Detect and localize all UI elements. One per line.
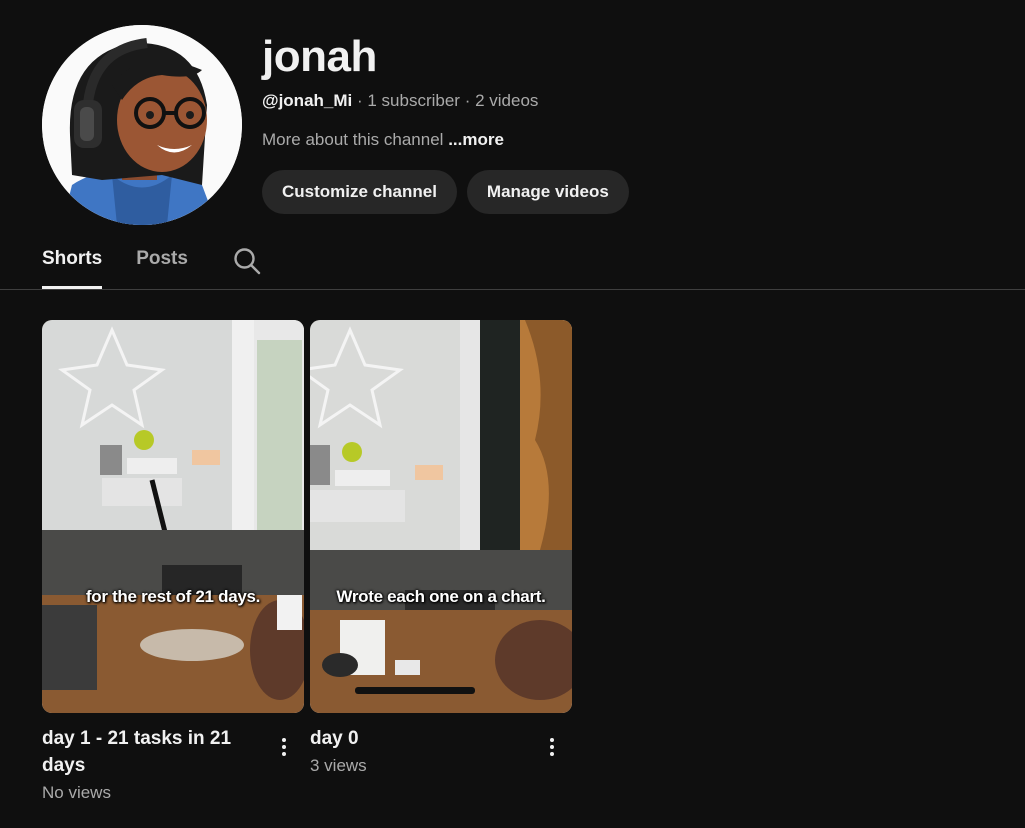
manage-videos-button[interactable]: Manage videos (466, 170, 629, 214)
meta-separator: · (352, 91, 368, 110)
short-title[interactable]: day 0 (310, 725, 530, 752)
short-title[interactable]: day 1 - 21 tasks in 21 days (42, 725, 262, 779)
channel-handle[interactable]: @jonah_Mi (262, 91, 352, 110)
kebab-menu-icon[interactable] (274, 734, 294, 760)
channel-meta: @jonah_Mi · 1 subscriber · 2 videos (262, 89, 538, 113)
search-icon[interactable] (232, 246, 262, 276)
thumbnail-image (42, 320, 304, 713)
kebab-menu-icon[interactable] (542, 734, 562, 760)
short-views: 3 views (310, 756, 367, 775)
tabs-divider (0, 289, 1025, 290)
channel-page: jonah @jonah_Mi · 1 subscriber · 2 video… (0, 0, 1025, 828)
video-count: 2 videos (475, 91, 539, 110)
channel-tabs: Shorts Posts (42, 240, 261, 290)
short-caption: for the rest of 21 days. (85, 587, 261, 606)
short-thumbnail[interactable]: Wrote each one on a chart. (310, 320, 572, 713)
meta-separator: · (459, 91, 476, 110)
thumbnail-image (310, 320, 572, 713)
short-views: No views (42, 783, 111, 802)
channel-description[interactable]: More about this channel ...more (262, 128, 538, 152)
customize-channel-button[interactable]: Customize channel (262, 170, 457, 214)
short-card[interactable]: Wrote each one on a chart. day 0 3 views (310, 320, 572, 776)
channel-actions: Customize channel Manage videos (262, 170, 629, 214)
short-card[interactable]: for the rest of 21 days. day 1 - 21 task… (42, 320, 304, 803)
more-link[interactable]: ...more (448, 130, 504, 149)
channel-name: jonah (262, 32, 377, 81)
tab-shorts[interactable]: Shorts (42, 240, 103, 289)
short-caption: Wrote each one on a chart. (336, 587, 546, 606)
short-thumbnail[interactable]: for the rest of 21 days. (42, 320, 304, 713)
subscriber-count: 1 subscriber (367, 91, 460, 110)
channel-avatar[interactable] (42, 25, 242, 225)
description-text: More about this channel (262, 130, 444, 149)
channel-info: jonah @jonah_Mi · 1 subscriber · 2 video… (262, 28, 538, 152)
tab-posts[interactable]: Posts (136, 240, 188, 289)
avatar-illustration (42, 25, 242, 225)
